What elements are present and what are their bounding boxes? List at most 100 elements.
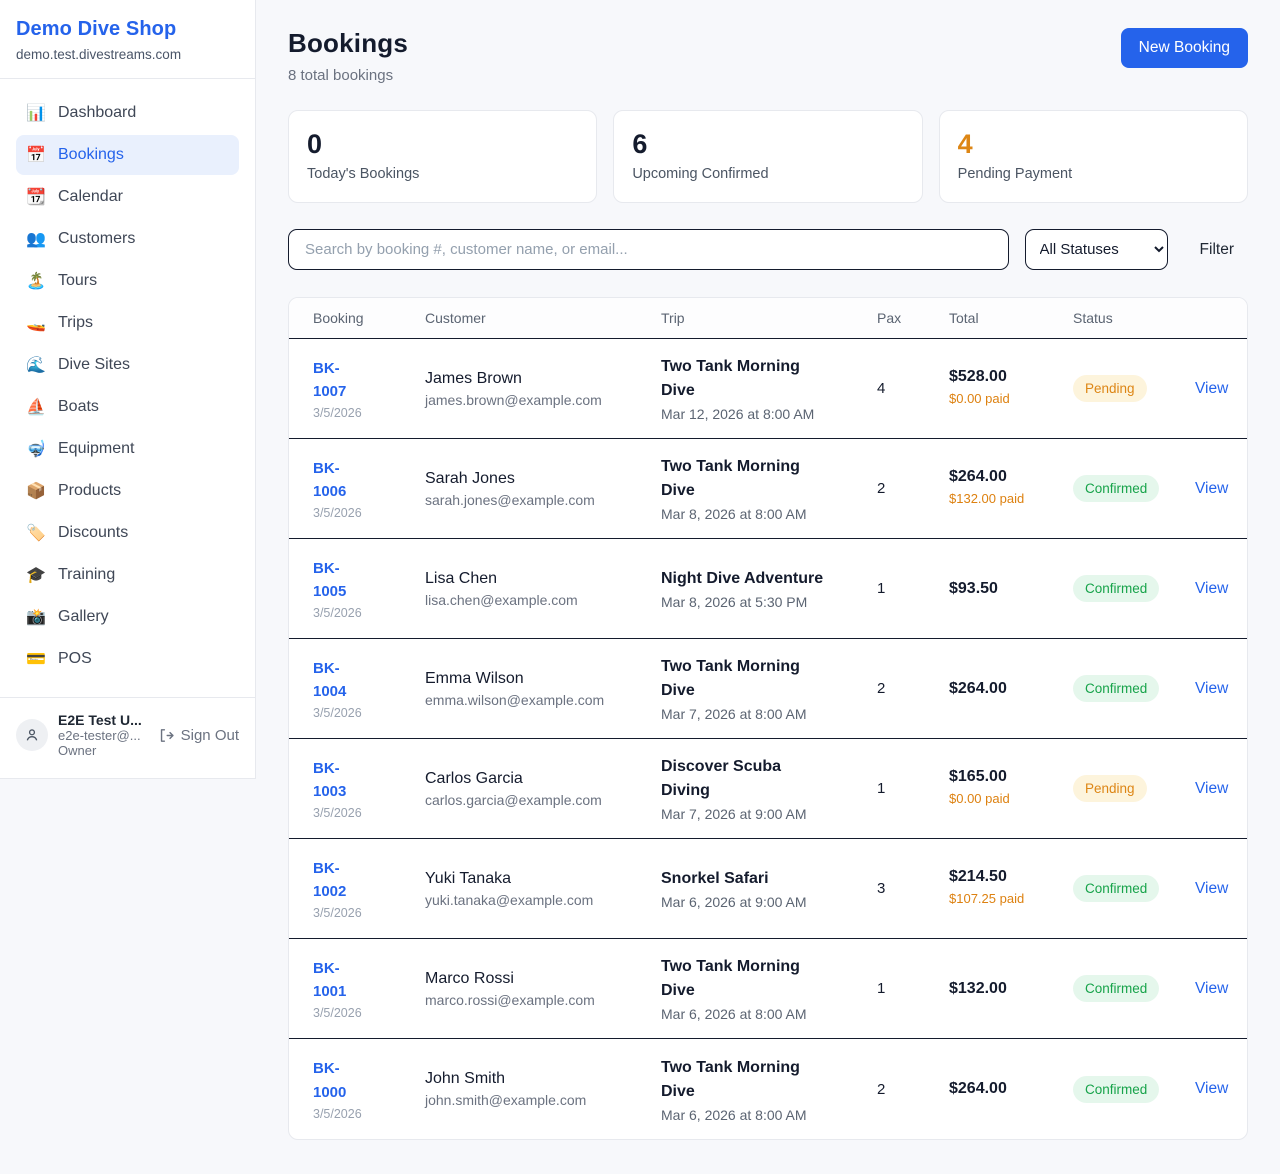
trip-name: Two Tank Morning Dive [661,355,833,403]
booking-id-link[interactable]: BK-1003 [313,757,370,804]
booking-cell: BK-1007 3/5/2026 [313,357,425,421]
customer-name: Yuki Tanaka [425,870,661,888]
camera-icon: 📸 [26,607,46,627]
table-row: BK-1003 3/5/2026 Carlos Garcia carlos.ga… [289,739,1247,839]
sidebar-item-dive-sites[interactable]: 🌊 Dive Sites [16,345,239,385]
user-meta: E2E Test U... e2e-tester@... Owner [58,712,148,758]
trip-datetime: Mar 8, 2026 at 5:30 PM [661,594,877,610]
sidebar-item-label: Trips [58,314,93,332]
total-cell: $528.00 $0.00 paid [949,368,1073,408]
view-link[interactable]: View [1195,380,1228,397]
customer-email: yuki.tanaka@example.com [425,892,661,908]
sidebar-item-label: Dive Sites [58,356,130,374]
sidebar-item-label: Tours [58,272,97,290]
status-select[interactable]: All Statuses [1025,229,1168,270]
table-row: BK-1006 3/5/2026 Sarah Jones sarah.jones… [289,439,1247,539]
stat-value: 6 [632,129,903,160]
pax-count: 3 [877,880,949,897]
sign-out-button[interactable]: Sign Out [158,727,239,744]
calendar-icon: 📅 [26,145,46,165]
booking-id-link[interactable]: BK-1005 [313,557,370,604]
status-badge: Confirmed [1073,875,1159,902]
view-link[interactable]: View [1195,780,1228,797]
booking-cell: BK-1006 3/5/2026 [313,457,425,521]
booking-id-link[interactable]: BK-1002 [313,857,370,904]
booking-id-link[interactable]: BK-1004 [313,657,370,704]
booking-cell: BK-1002 3/5/2026 [313,857,425,921]
booking-id-link[interactable]: BK-1001 [313,957,370,1004]
view-link[interactable]: View [1195,680,1228,697]
search-input[interactable] [288,229,1009,270]
view-link[interactable]: View [1195,580,1228,597]
sidebar-item-products[interactable]: 📦 Products [16,471,239,511]
sidebar-item-bookings[interactable]: 📅 Bookings [16,135,239,175]
column-header-trip: Trip [661,310,877,326]
trip-name: Two Tank Morning Dive [661,1056,833,1104]
sidebar-nav: 📊 Dashboard 📅 Bookings 📆 Calendar 👥 Cust… [0,79,255,691]
sidebar-item-calendar[interactable]: 📆 Calendar [16,177,239,217]
sidebar-item-discounts[interactable]: 🏷️ Discounts [16,513,239,553]
sidebar-item-equipment[interactable]: 🤿 Equipment [16,429,239,469]
sidebar-item-pos[interactable]: 💳 POS [16,639,239,679]
status-cell: Confirmed [1073,1076,1195,1103]
booking-id-link[interactable]: BK-1000 [313,1057,370,1104]
customer-email: marco.rossi@example.com [425,992,661,1008]
booking-created-date: 3/5/2026 [313,406,425,420]
stat-label: Pending Payment [958,166,1229,182]
status-cell: Confirmed [1073,875,1195,902]
sidebar-item-label: Calendar [58,188,123,206]
customer-email: sarah.jones@example.com [425,492,661,508]
view-link[interactable]: View [1195,480,1228,497]
view-link[interactable]: View [1195,1080,1228,1097]
trip-datetime: Mar 6, 2026 at 9:00 AM [661,894,877,910]
trip-name: Two Tank Morning Dive [661,955,833,1003]
trip-cell: Snorkel Safari Mar 6, 2026 at 9:00 AM [661,867,877,910]
sidebar-item-label: Equipment [58,440,135,458]
sidebar-item-dashboard[interactable]: 📊 Dashboard [16,93,239,133]
brand-title[interactable]: Demo Dive Shop [16,18,239,41]
trip-datetime: Mar 6, 2026 at 8:00 AM [661,1107,877,1123]
total-amount: $214.50 [949,868,1073,886]
view-link[interactable]: View [1195,880,1228,897]
speedboat-icon: 🚤 [26,313,46,333]
pax-count: 1 [877,980,949,997]
view-link[interactable]: View [1195,980,1228,997]
brand-domain: demo.test.divestreams.com [16,47,239,62]
paid-amount: $0.00 paid [949,390,1029,408]
trip-name: Two Tank Morning Dive [661,455,833,503]
paid-amount: $132.00 paid [949,490,1029,508]
table-row: BK-1002 3/5/2026 Yuki Tanaka yuki.tanaka… [289,839,1247,939]
trip-cell: Two Tank Morning Dive Mar 7, 2026 at 8:0… [661,655,877,722]
sidebar-item-tours[interactable]: 🏝️ Tours [16,261,239,301]
credit-card-icon: 💳 [26,649,46,669]
filter-button[interactable]: Filter [1200,241,1234,259]
paid-amount: $107.25 paid [949,890,1029,908]
sidebar-item-label: Customers [58,230,135,248]
sidebar-item-customers[interactable]: 👥 Customers [16,219,239,259]
booking-id-link[interactable]: BK-1006 [313,457,370,504]
booking-cell: BK-1001 3/5/2026 [313,957,425,1021]
user-email: e2e-tester@... [58,728,148,743]
logout-icon [158,727,175,744]
sidebar-item-label: Dashboard [58,104,136,122]
customer-email: james.brown@example.com [425,392,661,408]
sidebar-item-boats[interactable]: ⛵ Boats [16,387,239,427]
customer-email: emma.wilson@example.com [425,692,661,708]
booking-id-link[interactable]: BK-1007 [313,357,370,404]
customer-email: carlos.garcia@example.com [425,792,661,808]
sidebar-item-gallery[interactable]: 📸 Gallery [16,597,239,637]
sidebar-item-training[interactable]: 🎓 Training [16,555,239,595]
page-title: Bookings [288,28,408,59]
app-root: Demo Dive Shop demo.test.divestreams.com… [0,0,1280,1174]
user-role: Owner [58,743,148,758]
booking-created-date: 3/5/2026 [313,606,425,620]
sidebar-item-trips[interactable]: 🚤 Trips [16,303,239,343]
avatar [16,719,48,751]
new-booking-button[interactable]: New Booking [1121,28,1248,68]
customer-name: Lisa Chen [425,570,661,588]
people-icon: 👥 [26,229,46,249]
stat-card-todays-bookings: 0 Today's Bookings [288,110,597,203]
sailboat-icon: ⛵ [26,397,46,417]
customer-name: Emma Wilson [425,670,661,688]
filter-row: All Statuses Filter [288,229,1248,270]
